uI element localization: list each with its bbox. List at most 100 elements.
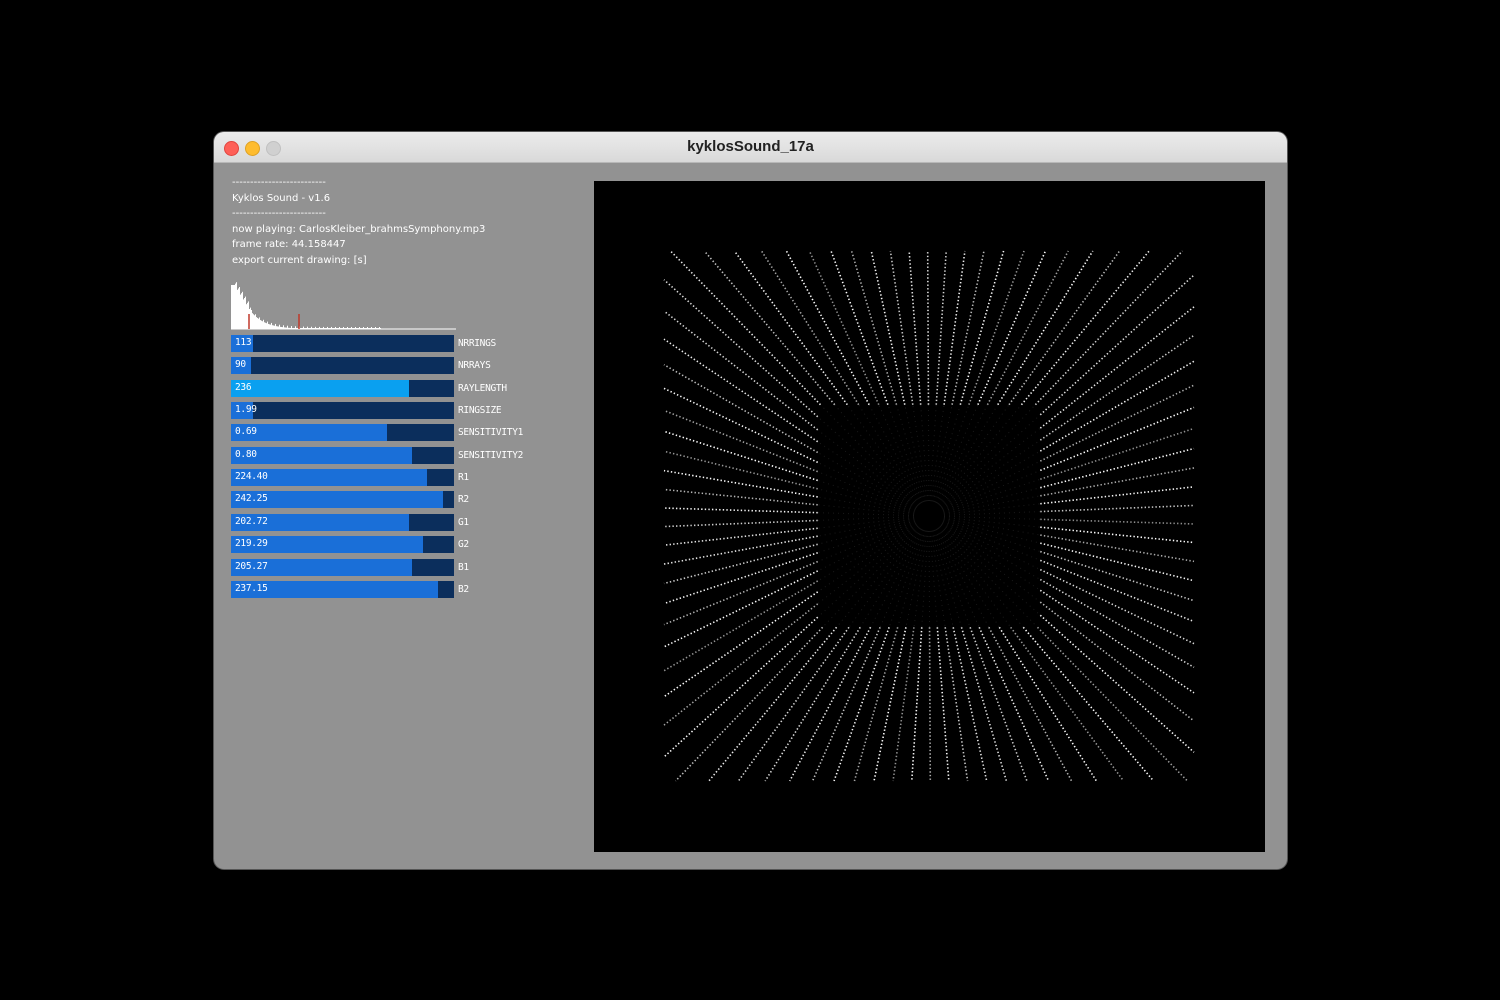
slider-b2[interactable]: 237.15 [231,581,454,598]
ray [663,488,818,506]
ray [986,250,1069,406]
ray [1040,504,1195,513]
ray [926,250,930,405]
ray-inner [942,521,1041,561]
ray-inner [933,404,970,503]
ray [663,310,819,431]
slider-value: 242.25 [235,493,268,504]
ray-inner [817,522,916,572]
slider-sensitivity1[interactable]: 0.69 [231,424,454,441]
ray [998,626,1098,782]
slider-g2[interactable]: 219.29 [231,536,454,553]
ray-inner [937,404,1010,505]
ray-inner [932,404,961,502]
ray-inner [943,487,1041,513]
slider-label: B1 [458,562,469,573]
ray [1040,518,1195,525]
ray [663,469,818,498]
slider-r1[interactable]: 224.40 [231,469,454,486]
ray [910,627,923,782]
ray [944,627,969,782]
slider-value: 236 [235,382,252,393]
ray-inner [929,530,938,628]
ray-inner [817,521,916,563]
slider-label: SENSITIVITY2 [458,450,524,461]
ray [833,627,890,782]
slider-label: RAYLENGTH [458,383,507,394]
ray-visualization [663,250,1195,782]
ray-inner [943,518,1041,536]
ray [1040,542,1195,582]
ray [1040,559,1195,623]
ray [1010,626,1125,782]
ray-inner [941,523,1041,580]
ray-inner [936,404,999,504]
ray [663,591,819,698]
ray [703,250,836,406]
ray [1040,486,1195,505]
window-title: kyklosSound_17a [687,138,814,155]
slider-r2[interactable]: 242.25 [231,491,454,508]
ray [663,552,818,605]
ray-inner [931,404,953,502]
info-panel: -------------------------- Kyklos Sound … [232,175,485,269]
ray-inner [943,519,1041,544]
ray-inner [820,404,919,506]
ray [663,543,818,585]
ray-inner [817,517,915,529]
ray-inner [817,429,918,508]
slider-sensitivity2[interactable]: 0.80 [231,447,454,464]
ray [935,250,948,405]
ray [808,250,880,406]
ray [663,279,819,418]
ray-inner [817,496,915,514]
ray-inner [817,516,915,521]
slider-label: NRRINGS [458,338,496,349]
ray [908,250,922,405]
slider-b1[interactable]: 205.27 [231,559,454,576]
ray-inner [817,488,915,513]
ray [952,627,988,782]
slider-ringsize[interactable]: 1.99 [231,402,454,419]
ray [663,450,818,490]
slider-label: G1 [458,517,469,528]
ray-inner [817,471,916,511]
ray-inner [817,525,919,618]
ray [1039,334,1195,441]
slider-value: 237.15 [235,583,268,594]
ray [968,250,1025,405]
ray-inner [939,404,1036,506]
ray-inner [817,524,917,593]
ray [1034,250,1183,406]
ray [1039,406,1195,472]
ray-inner [817,518,915,537]
slider-value: 219.29 [235,538,268,549]
slider-nrrings[interactable]: 113 [231,335,454,352]
ray-inner [942,460,1041,510]
slider-raylength[interactable]: 236 [231,380,454,397]
ray [936,627,950,782]
slider-value: 205.27 [235,561,268,572]
slider-fill [231,380,410,397]
ray-inner [942,522,1041,571]
ray-inner [920,404,929,502]
ray-inner [939,414,1041,507]
ray-inner [817,523,917,582]
slider-label: R1 [458,472,469,483]
slider-g1[interactable]: 202.72 [231,514,454,531]
ray [663,430,818,482]
ray-inner [859,528,922,628]
slider-nrrays[interactable]: 90 [231,357,454,374]
ray [1040,550,1195,602]
slider-value: 90 [235,359,246,370]
ray [663,387,819,464]
ray-inner [935,404,988,503]
separator-top: -------------------------- [232,177,326,188]
ray-inner [887,404,925,503]
ray [969,627,1028,782]
ray [663,409,818,473]
ray [1040,467,1195,497]
ray-inner [943,495,1041,514]
ray-inner [943,515,1041,520]
ray [1039,614,1195,753]
